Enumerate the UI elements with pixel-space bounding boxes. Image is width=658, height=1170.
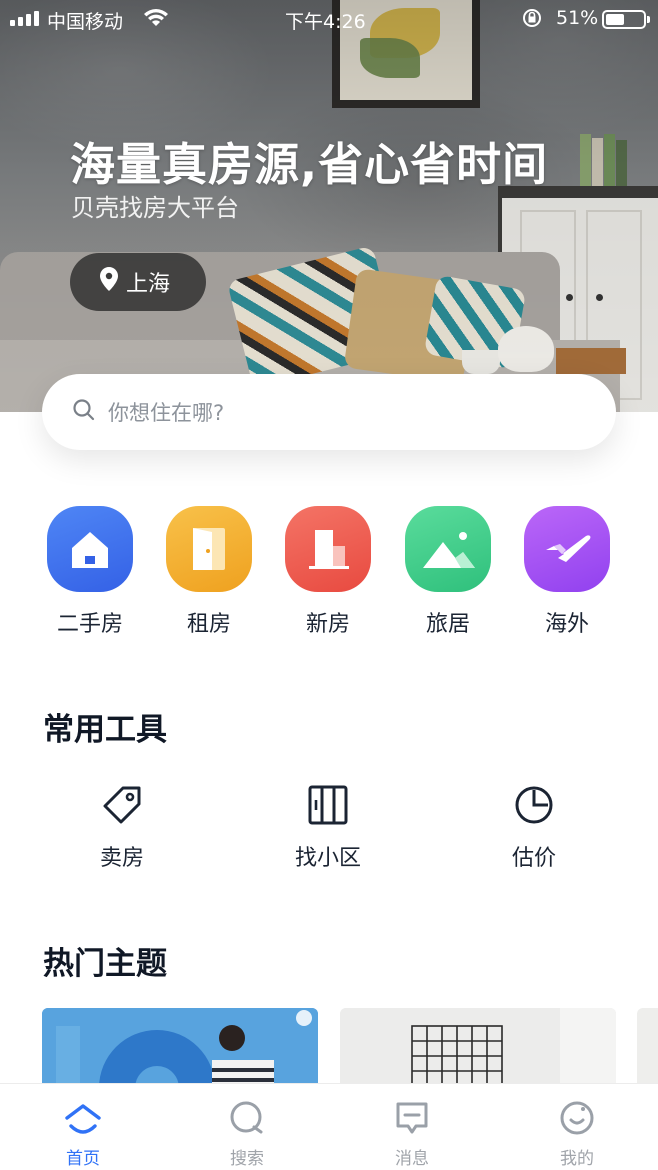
plane-icon — [524, 506, 610, 592]
hero-subline: 贝壳找房大平台 — [71, 194, 239, 222]
tool-label: 找小区 — [294, 846, 361, 871]
category-label: 旅居 — [425, 612, 470, 637]
tools-section-title: 常用工具 — [43, 712, 167, 748]
house-icon — [47, 506, 133, 592]
search-bar[interactable]: 你想住在哪? — [42, 374, 616, 450]
mountain-icon — [405, 506, 491, 592]
tool-label: 估价 — [511, 846, 556, 871]
topic-card[interactable] — [340, 1008, 616, 1088]
tab-profile[interactable]: 我的 — [537, 1098, 617, 1169]
category-label: 新房 — [305, 612, 350, 637]
tab-home[interactable]: 首页 — [43, 1098, 123, 1169]
status-bar: 中国移动 下午4:26 51% — [0, 0, 658, 38]
tag-icon — [101, 786, 143, 830]
wifi-icon — [143, 8, 169, 33]
door-icon — [166, 506, 252, 592]
profile-icon — [557, 1101, 597, 1142]
map-icon — [307, 785, 349, 830]
category-label: 二手房 — [56, 612, 123, 637]
city-label: 上海 — [126, 272, 171, 297]
category-second-hand[interactable]: 二手房 — [30, 506, 150, 638]
carrier-label: 中国移动 — [47, 11, 124, 33]
tab-search[interactable]: 搜索 — [207, 1098, 287, 1169]
topic-card[interactable] — [42, 1008, 318, 1088]
hero-headline: 海量真房源,省心省时间 — [70, 138, 549, 191]
category-label: 海外 — [544, 612, 589, 637]
home-icon — [63, 1104, 103, 1142]
search-icon — [72, 398, 96, 426]
tab-label: 消息 — [395, 1149, 429, 1169]
signal-icon — [10, 10, 39, 26]
tab-messages[interactable]: 消息 — [372, 1098, 452, 1169]
bottom-tab-bar: 首页 搜索 消息 我的 — [0, 1083, 658, 1170]
battery-percent: 51% — [556, 7, 599, 29]
search-placeholder: 你想住在哪? — [108, 401, 225, 425]
search-icon — [227, 1101, 267, 1142]
tab-label: 首页 — [66, 1149, 100, 1169]
category-grid: 二手房 租房 新房 旅居 海外 — [0, 506, 658, 638]
city-selector[interactable]: 上海 — [70, 253, 206, 311]
tool-find-community[interactable]: 找小区 — [268, 784, 388, 872]
category-overseas[interactable]: 海外 — [507, 506, 627, 638]
tool-label: 卖房 — [99, 846, 144, 871]
rotation-lock-icon — [521, 7, 543, 34]
battery-icon — [602, 10, 650, 29]
tool-valuation[interactable]: 估价 — [474, 784, 594, 872]
category-label: 租房 — [186, 612, 231, 637]
category-new-home[interactable]: 新房 — [268, 506, 388, 638]
tab-label: 我的 — [560, 1149, 594, 1169]
building-icon — [285, 506, 371, 592]
topic-card[interactable] — [637, 1008, 658, 1088]
tab-label: 搜索 — [230, 1149, 264, 1169]
location-pin-icon — [100, 267, 118, 297]
category-travel-living[interactable]: 旅居 — [388, 506, 508, 638]
tool-sell-house[interactable]: 卖房 — [62, 784, 182, 872]
message-icon — [392, 1102, 432, 1142]
hero-banner: 海量真房源,省心省时间 贝壳找房大平台 上海 — [0, 0, 658, 412]
pie-chart-icon — [513, 786, 555, 830]
category-rent[interactable]: 租房 — [149, 506, 269, 638]
topics-section-title: 热门主题 — [43, 946, 167, 982]
clock: 下午4:26 — [285, 11, 366, 33]
